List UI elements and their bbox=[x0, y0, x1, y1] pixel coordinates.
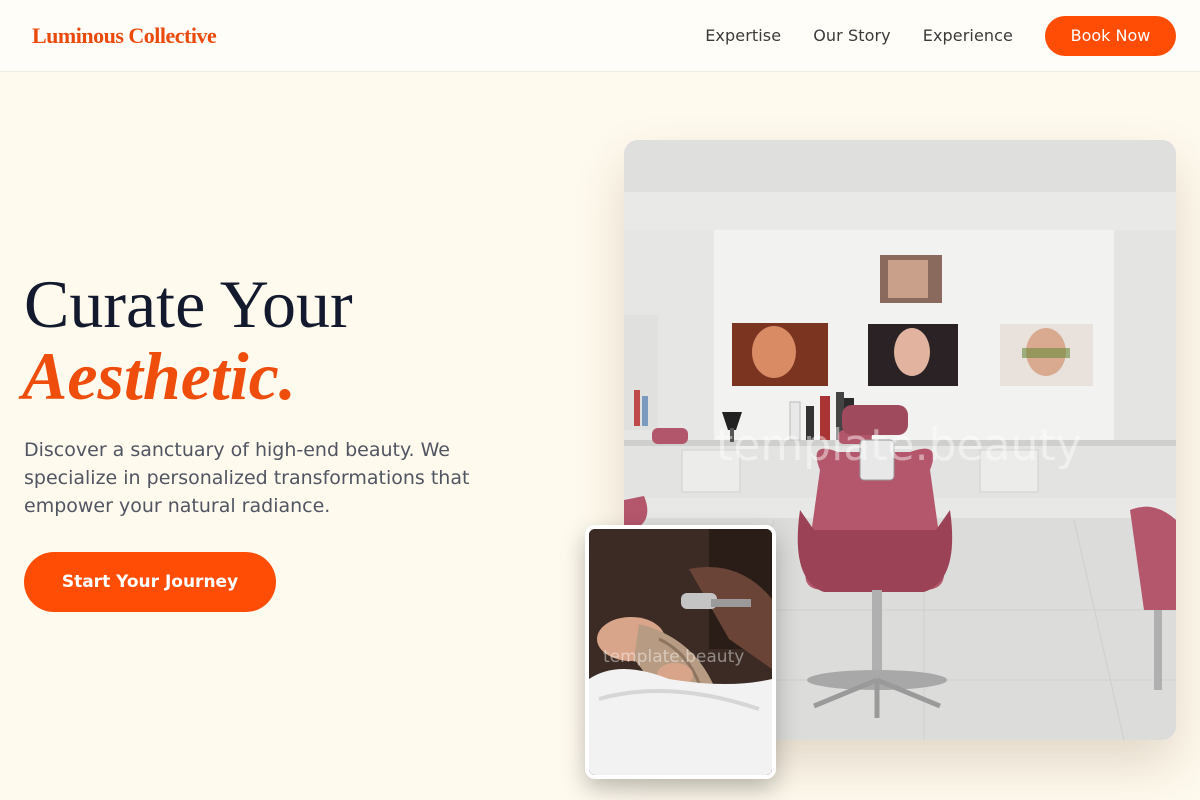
brand-logo[interactable]: Luminous Collective bbox=[32, 23, 217, 49]
headline-line-2: Aesthetic. bbox=[22, 338, 296, 414]
nav-link-expertise[interactable]: Expertise bbox=[705, 26, 781, 45]
book-now-button[interactable]: Book Now bbox=[1045, 15, 1176, 56]
hero-copy: Curate Your Aesthetic. Discover a sanctu… bbox=[22, 266, 544, 520]
nav-link-our-story[interactable]: Our Story bbox=[813, 26, 891, 45]
site-header: Luminous Collective Expertise Our Story … bbox=[0, 0, 1200, 72]
hair-wash-photo: template.beauty bbox=[585, 525, 776, 779]
start-journey-button[interactable]: Start Your Journey bbox=[24, 552, 276, 612]
headline-line-1: Curate Your bbox=[24, 266, 353, 342]
hero-description: Discover a sanctuary of high-end beauty.… bbox=[24, 439, 470, 517]
main-nav: Expertise Our Story Experience Book Now bbox=[705, 15, 1176, 56]
hero-headline: Curate Your Aesthetic. bbox=[22, 266, 544, 414]
nav-link-experience[interactable]: Experience bbox=[923, 26, 1013, 45]
